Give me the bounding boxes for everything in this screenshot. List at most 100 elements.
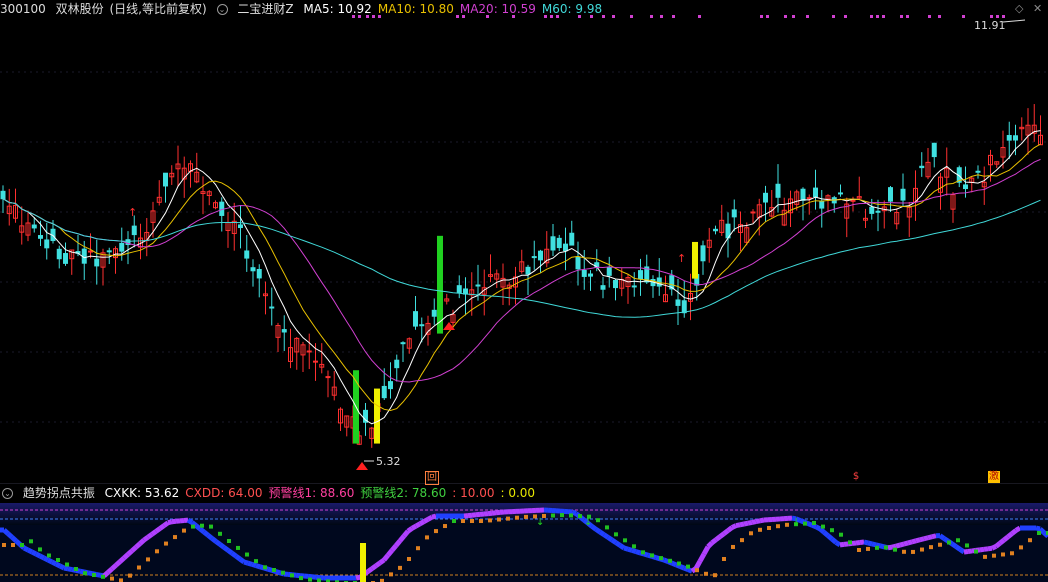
- osc-dot: [416, 546, 420, 551]
- osc-segment: [230, 551, 238, 559]
- osc-segment: [994, 541, 1002, 549]
- osc-dot: [947, 540, 951, 545]
- osc-segment: [718, 531, 726, 539]
- osc-segment: [807, 521, 813, 528]
- osc-segment: [398, 534, 406, 543]
- osc-segment: [218, 542, 226, 550]
- osc-dot: [470, 519, 474, 523]
- osc-segment: [46, 557, 54, 565]
- osc-segment: [863, 539, 869, 546]
- sub-label-4: : 10.00: [452, 486, 495, 500]
- stock-code: 300100: [0, 2, 46, 16]
- osc-dot: [11, 543, 15, 547]
- review-marker[interactable]: 回: [425, 471, 439, 485]
- candle-body: [325, 376, 331, 379]
- osc-segment: [899, 541, 905, 548]
- osc-segment: [366, 566, 374, 574]
- osc-segment: [610, 537, 618, 545]
- candle-body: [244, 250, 250, 259]
- candle-body: [525, 266, 531, 275]
- osc-segment: [1035, 525, 1041, 532]
- osc-segment: [671, 560, 677, 568]
- osc-dot: [893, 547, 897, 552]
- dollar-marker[interactable]: $: [850, 471, 862, 483]
- candle-body: [413, 311, 418, 327]
- candle-body: [800, 188, 806, 201]
- osc-dot: [452, 519, 456, 523]
- candle-body: [806, 197, 812, 200]
- diamond-icon[interactable]: ◇: [1015, 3, 1023, 15]
- osc-segment: [418, 519, 426, 527]
- osc-segment: [106, 566, 114, 575]
- candle-body: [900, 188, 906, 201]
- signal-dot: [660, 15, 663, 18]
- candle-body: [456, 285, 462, 294]
- osc-segment: [58, 563, 66, 571]
- candle-body: [44, 239, 50, 249]
- candle-body: [713, 228, 718, 232]
- osc-segment: [110, 563, 118, 571]
- down-arrow-icon: ↓: [584, 517, 592, 528]
- osc-segment: [194, 523, 202, 531]
- candle-body: [1013, 135, 1018, 141]
- sub-indicator-toggle-icon[interactable]: ⌄: [2, 488, 13, 499]
- osc-dot: [875, 545, 879, 550]
- price-mode: (日线,等比前复权): [109, 2, 207, 16]
- surge-marker[interactable]: 激: [988, 471, 1000, 483]
- candle-body: [119, 242, 125, 252]
- osc-dot: [155, 549, 159, 554]
- main-chart-header: 300100 双林股份 (日线,等比前复权) ⌄ 二宝进财Z MA5: 10.9…: [0, 0, 614, 18]
- osc-segment: [931, 533, 937, 540]
- osc-segment: [114, 559, 122, 568]
- osc-segment: [386, 548, 394, 557]
- osc-dot: [659, 556, 663, 561]
- osc-segment: [198, 526, 206, 534]
- candle-body: [306, 350, 312, 353]
- indicator-toggle-icon[interactable]: ⌄: [216, 4, 228, 15]
- candle-body: [963, 184, 968, 190]
- osc-segment: [830, 537, 838, 545]
- signal-dot: [928, 15, 931, 18]
- osc-segment: [134, 541, 142, 550]
- candle-body: [850, 199, 856, 202]
- osc-segment: [214, 539, 222, 547]
- candle-body: [94, 258, 100, 267]
- osc-segment: [95, 571, 101, 578]
- osc-dot: [839, 532, 843, 537]
- osc-segment: [739, 521, 745, 528]
- osc-segment: [618, 543, 626, 551]
- down-arrow-icon: ↓: [536, 517, 544, 528]
- candle-body: [775, 183, 781, 198]
- osc-segment: [730, 523, 738, 530]
- low-triangle: [356, 462, 368, 470]
- signal-dot: [900, 15, 903, 18]
- osc-dot: [290, 573, 294, 578]
- osc-dot: [227, 539, 231, 543]
- osc-segment: [907, 539, 913, 546]
- osc-dot: [686, 564, 690, 569]
- osc-dot: [245, 552, 249, 557]
- osc-dot: [146, 557, 150, 562]
- osc-segment: [26, 547, 34, 555]
- candle-body: [63, 253, 68, 264]
- osc-dot: [83, 571, 87, 576]
- osc-segment: [247, 560, 253, 567]
- osc-dot: [47, 553, 51, 558]
- candle-body: [163, 172, 168, 187]
- osc-dot: [20, 543, 24, 547]
- osc-segment: [138, 538, 146, 546]
- osc-dot: [524, 514, 528, 519]
- oscillator-band: [0, 503, 1048, 525]
- signal-bar: [374, 388, 380, 444]
- up-arrow-icon: ↑: [128, 206, 137, 219]
- osc-segment: [67, 566, 73, 573]
- osc-dot: [803, 521, 807, 526]
- osc-dot: [740, 538, 744, 543]
- osc-dot: [137, 565, 141, 570]
- osc-dot: [101, 574, 105, 579]
- candle-body: [581, 269, 587, 277]
- osc-segment: [635, 549, 641, 556]
- close-icon[interactable]: ✕: [1033, 3, 1042, 15]
- osc-dot: [1019, 545, 1023, 550]
- candle-body: [419, 324, 425, 327]
